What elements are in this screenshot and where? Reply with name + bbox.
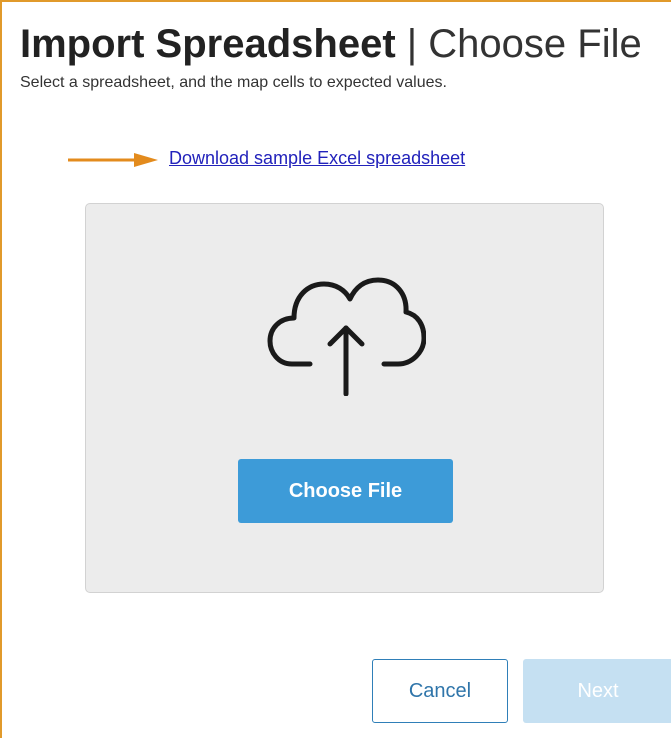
import-dialog: Import Spreadsheet | Choose File Select … [0, 0, 671, 738]
next-button[interactable]: Next [523, 659, 671, 723]
title-step: Choose File [428, 22, 642, 66]
page-subtitle: Select a spreadsheet, and the map cells … [20, 74, 447, 91]
download-sample-link[interactable]: Download sample Excel spreadsheet [169, 148, 465, 169]
title-separator: | [406, 22, 418, 66]
choose-file-button[interactable]: Choose File [238, 459, 453, 523]
page-title: Import Spreadsheet | Choose File [20, 20, 642, 68]
cloud-upload-icon [267, 277, 426, 396]
arrow-right-icon [68, 153, 158, 167]
title-main: Import Spreadsheet [20, 22, 396, 66]
cancel-button[interactable]: Cancel [372, 659, 508, 723]
file-dropzone[interactable]: Choose File [85, 203, 604, 593]
